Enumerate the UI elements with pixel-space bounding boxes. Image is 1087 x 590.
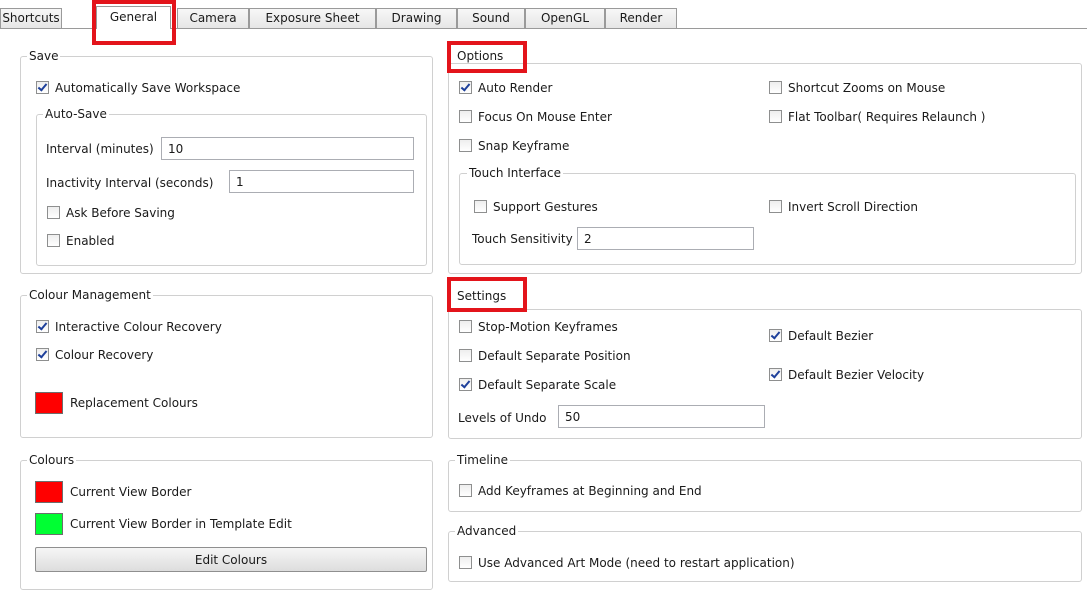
- tab-sound[interactable]: Sound: [457, 8, 525, 28]
- inactivity-interval-input[interactable]: [229, 170, 414, 193]
- checkbox-checked-icon: [769, 368, 782, 381]
- colour-management-title: Colour Management: [27, 288, 153, 302]
- checkbox-unchecked-icon: [474, 200, 487, 213]
- focus-on-mouse-enter-checkbox[interactable]: Focus On Mouse Enter: [459, 109, 612, 125]
- default-bezier-checkbox[interactable]: Default Bezier: [769, 328, 873, 344]
- settings-group-title: Settings: [455, 289, 509, 303]
- touch-sensitivity-label: Touch Sensitivity: [472, 232, 573, 246]
- snap-keyframe-checkbox[interactable]: Snap Keyframe: [459, 138, 569, 154]
- checkbox-checked-icon: [769, 329, 782, 342]
- touch-interface-title: Touch Interface: [467, 166, 563, 180]
- stop-motion-keyframes-checkbox[interactable]: Stop-Motion Keyframes: [459, 319, 618, 335]
- colours-group-title: Colours: [27, 453, 77, 467]
- tab-opengl[interactable]: OpenGL: [525, 8, 605, 28]
- checkbox-unchecked-icon: [769, 200, 782, 213]
- checkbox-unchecked-icon: [47, 234, 60, 247]
- tab-render[interactable]: Render: [605, 8, 677, 28]
- interactive-colour-recovery-checkbox[interactable]: Interactive Colour Recovery: [36, 319, 222, 335]
- checkbox-checked-icon: [36, 320, 49, 333]
- checkbox-unchecked-icon: [47, 206, 60, 219]
- tab-exposure-sheet[interactable]: Exposure Sheet: [249, 8, 376, 28]
- default-separate-position-checkbox[interactable]: Default Separate Position: [459, 348, 631, 364]
- replacement-colours-swatch[interactable]: [35, 392, 63, 414]
- support-gestures-checkbox[interactable]: Support Gestures: [474, 199, 598, 215]
- edit-colours-button[interactable]: Edit Colours: [35, 547, 427, 572]
- checkbox-unchecked-icon: [769, 81, 782, 94]
- checkbox-unchecked-icon: [459, 349, 472, 362]
- touch-sensitivity-input[interactable]: [577, 227, 754, 250]
- invert-scroll-direction-checkbox[interactable]: Invert Scroll Direction: [769, 199, 918, 215]
- template-edit-border-swatch[interactable]: [35, 513, 63, 535]
- checkbox-unchecked-icon: [459, 320, 472, 333]
- checkbox-checked-icon: [36, 348, 49, 361]
- save-group-title: Save: [27, 49, 61, 63]
- enabled-checkbox[interactable]: Enabled: [47, 233, 115, 249]
- checkbox-checked-icon: [36, 81, 49, 94]
- shortcut-zooms-on-mouse-checkbox[interactable]: Shortcut Zooms on Mouse: [769, 80, 945, 96]
- checkbox-unchecked-icon: [459, 139, 472, 152]
- use-advanced-art-mode-checkbox[interactable]: Use Advanced Art Mode (need to restart a…: [459, 555, 795, 571]
- tab-general[interactable]: General: [96, 6, 171, 29]
- advanced-group-title: Advanced: [455, 524, 519, 538]
- touch-interface-group: [459, 173, 1076, 265]
- checkbox-unchecked-icon: [459, 556, 472, 569]
- checkbox-checked-icon: [459, 81, 472, 94]
- colour-recovery-checkbox[interactable]: Colour Recovery: [36, 347, 153, 363]
- ask-before-saving-checkbox[interactable]: Ask Before Saving: [47, 205, 175, 221]
- interval-input[interactable]: [161, 137, 414, 160]
- replacement-colours-label: Replacement Colours: [70, 396, 198, 410]
- tab-shortcuts[interactable]: Shortcuts: [0, 8, 62, 28]
- default-separate-scale-checkbox[interactable]: Default Separate Scale: [459, 377, 616, 393]
- template-edit-border-label: Current View Border in Template Edit: [70, 517, 292, 531]
- current-view-border-swatch[interactable]: [35, 481, 63, 503]
- current-view-border-label: Current View Border: [70, 485, 192, 499]
- default-bezier-velocity-checkbox[interactable]: Default Bezier Velocity: [769, 367, 924, 383]
- tab-bar: Shortcuts General Camera Exposure Sheet …: [0, 6, 1087, 29]
- flat-toolbar-checkbox[interactable]: Flat Toolbar( Requires Relaunch ): [769, 109, 985, 125]
- colour-management-group: [20, 295, 433, 438]
- auto-render-checkbox[interactable]: Auto Render: [459, 80, 552, 96]
- interval-label: Interval (minutes): [46, 142, 154, 156]
- add-keyframes-checkbox[interactable]: Add Keyframes at Beginning and End: [459, 483, 702, 499]
- tab-drawing[interactable]: Drawing: [376, 8, 457, 28]
- options-group-title: Options: [455, 49, 506, 63]
- checkbox-unchecked-icon: [769, 110, 782, 123]
- inactivity-interval-label: Inactivity Interval (seconds): [46, 176, 214, 190]
- levels-of-undo-label: Levels of Undo: [458, 411, 547, 425]
- levels-of-undo-input[interactable]: [558, 405, 765, 428]
- checkbox-unchecked-icon: [459, 110, 472, 123]
- tab-camera[interactable]: Camera: [177, 8, 249, 28]
- auto-save-workspace-checkbox[interactable]: Automatically Save Workspace: [36, 80, 240, 96]
- timeline-group-title: Timeline: [455, 453, 511, 467]
- checkbox-unchecked-icon: [459, 484, 472, 497]
- auto-save-group-title: Auto-Save: [43, 107, 109, 121]
- checkbox-checked-icon: [459, 378, 472, 391]
